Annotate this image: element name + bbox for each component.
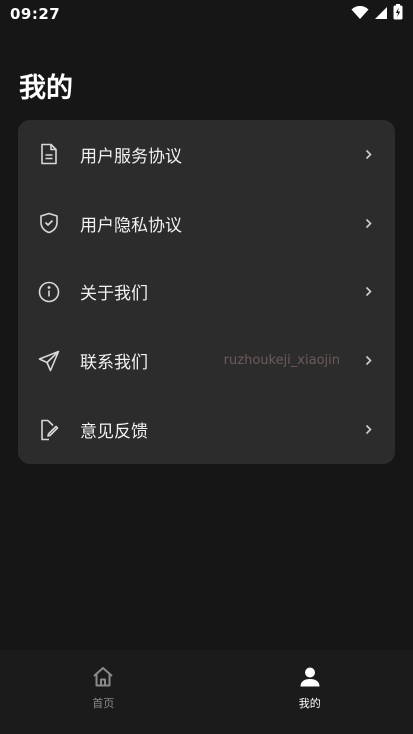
home-icon	[90, 664, 116, 690]
chevron-right-icon	[363, 147, 373, 161]
wifi-icon	[351, 5, 369, 24]
document-icon	[38, 143, 60, 165]
chevron-right-icon	[363, 354, 373, 368]
feedback-edit-icon	[38, 419, 60, 441]
shield-check-icon	[38, 212, 60, 234]
menu-item-label: 用户隐私协议	[80, 215, 182, 236]
menu-item-user-service-agreement[interactable]: 用户服务协议	[18, 120, 395, 189]
info-circle-icon	[38, 281, 60, 303]
status-time: 09:27	[10, 5, 61, 23]
contact-wechat-id: ruzhoukeji_xiaojin	[223, 353, 340, 369]
bottom-nav: 首页 我的	[0, 650, 413, 734]
chevron-right-icon	[363, 285, 373, 299]
signal-icon	[374, 5, 388, 24]
menu-item-user-privacy-agreement[interactable]: 用户隐私协议	[18, 189, 395, 258]
menu-item-label: 意见反馈	[80, 422, 148, 443]
user-icon	[297, 664, 323, 690]
menu-item-label: 联系我们	[80, 353, 148, 374]
menu-item-contact-us[interactable]: 联系我们 ruzhoukeji_xiaojin	[18, 326, 395, 395]
menu-item-about-us[interactable]: 关于我们	[18, 258, 395, 327]
nav-label: 我的	[298, 697, 321, 710]
nav-tab-home[interactable]: 首页	[0, 650, 207, 734]
nav-tab-mine[interactable]: 我的	[207, 650, 413, 734]
menu-item-label: 用户服务协议	[80, 146, 182, 167]
status-icons	[351, 4, 403, 24]
page-title: 我的	[19, 73, 73, 104]
send-icon	[38, 350, 60, 372]
nav-label: 首页	[92, 697, 115, 710]
battery-charging-icon	[393, 4, 403, 24]
settings-menu-card: 用户服务协议 用户隐私协议 关于我们 联系我们 ruzhoukeji_xiaoj…	[18, 120, 395, 464]
menu-item-feedback[interactable]: 意见反馈	[18, 395, 395, 464]
chevron-right-icon	[363, 216, 373, 230]
status-bar: 09:27	[0, 0, 413, 28]
chevron-right-icon	[363, 423, 373, 437]
menu-item-label: 关于我们	[80, 284, 148, 305]
